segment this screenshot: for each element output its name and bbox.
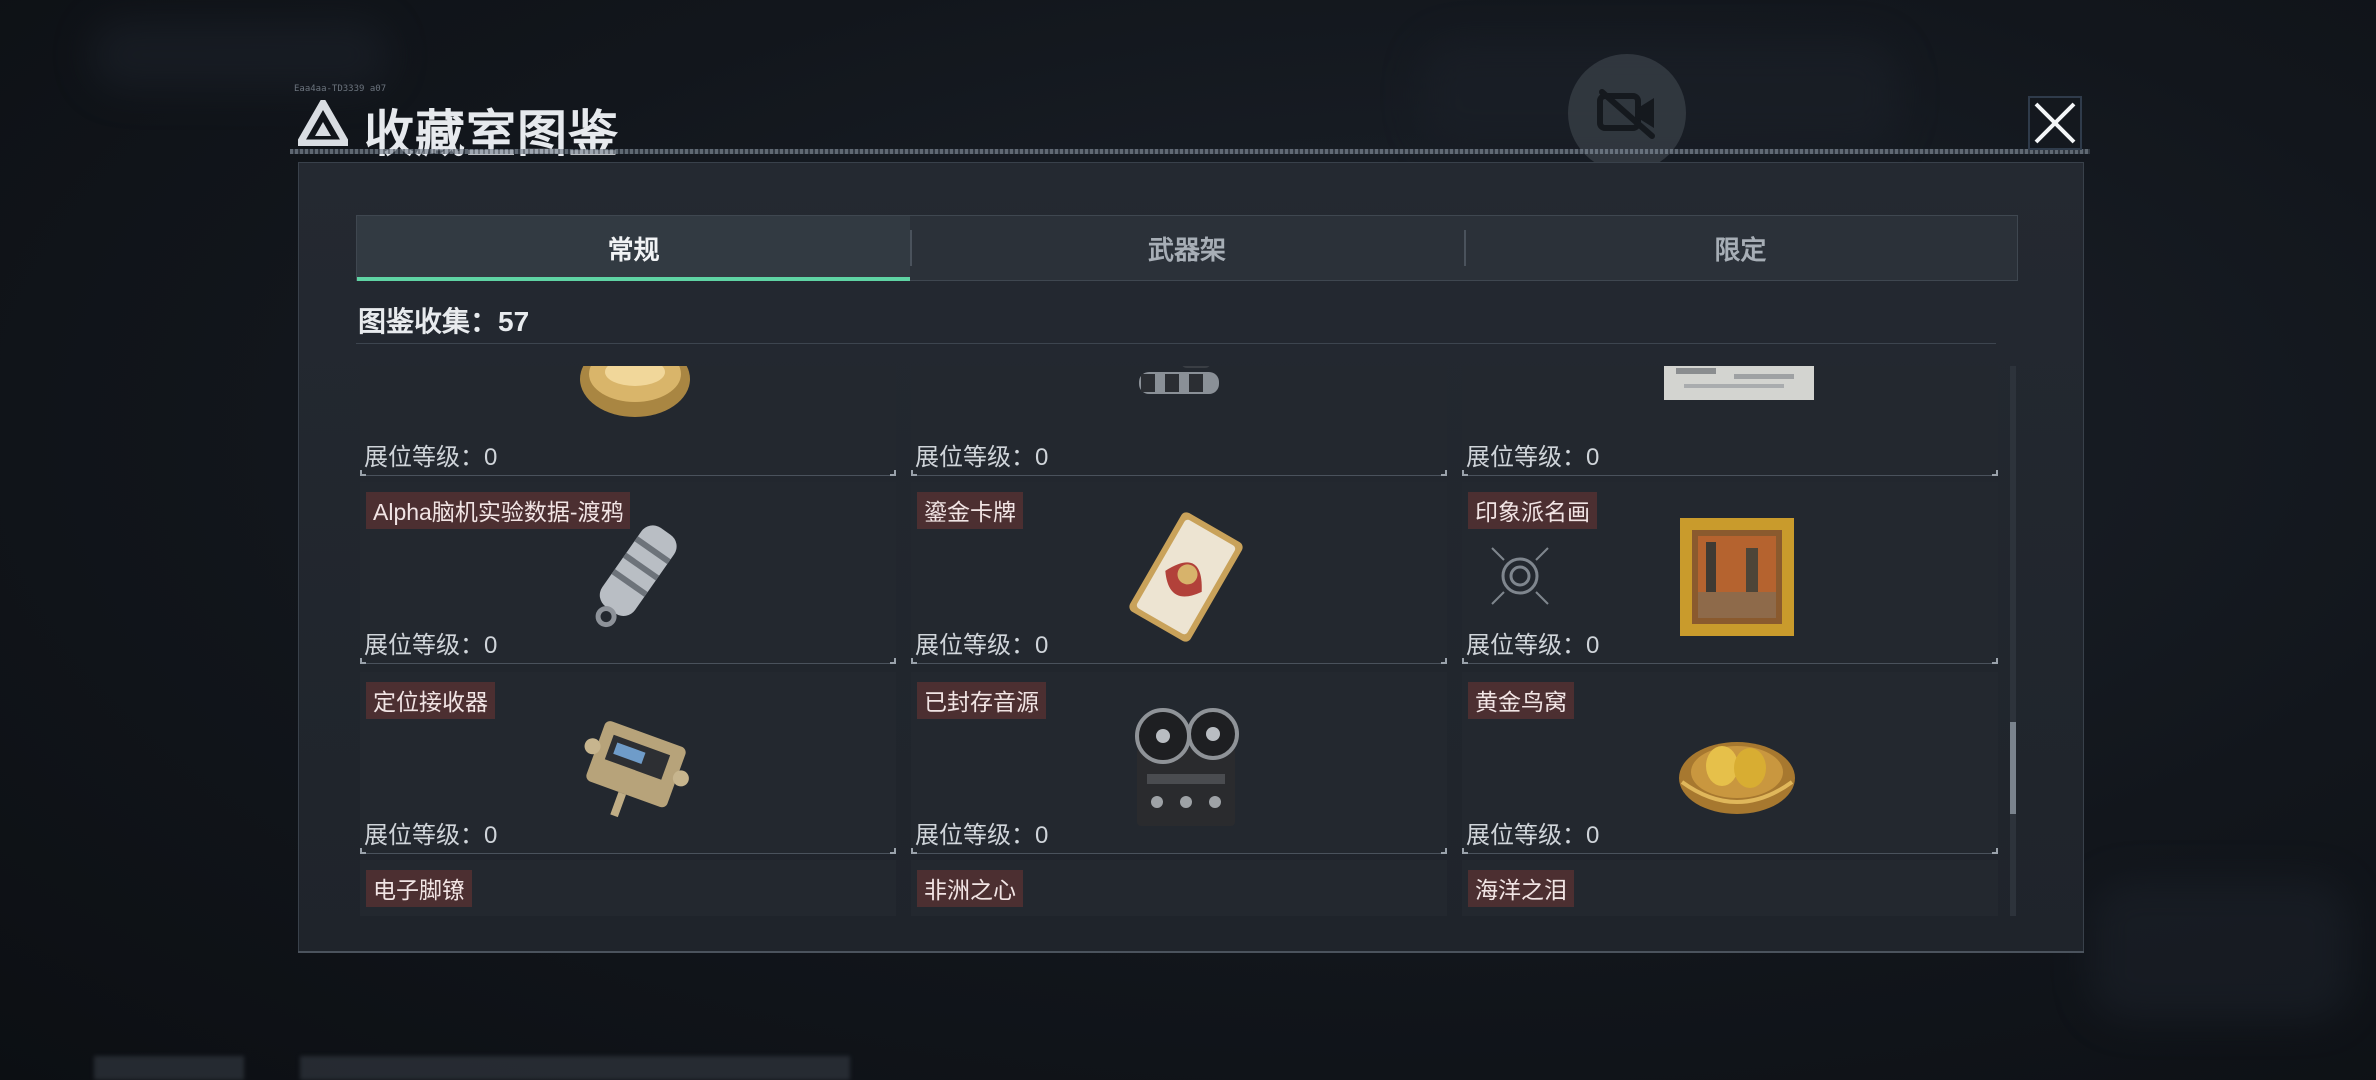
- data-capsule-icon: [595, 525, 677, 628]
- card-underline: [1462, 663, 1998, 664]
- card-underline: [1462, 475, 1998, 476]
- panel-bottom-border: [298, 951, 2084, 953]
- diamond-icon: [1121, 890, 1251, 916]
- card-underline: [360, 663, 896, 664]
- grid-row: 展位等级：0 展位等级：0 展位等级：0: [360, 366, 2000, 476]
- item-card[interactable]: 展位等级：0: [911, 366, 1447, 476]
- scrollbar-thumb[interactable]: [2010, 722, 2016, 814]
- item-card[interactable]: 定位接收器 展位等级：0: [360, 672, 896, 854]
- item-name: 已封存音源: [917, 682, 1046, 719]
- corner-tick: [1441, 848, 1447, 854]
- item-card[interactable]: 展位等级：0: [1462, 366, 1998, 476]
- target-reticle-icon: [1491, 547, 1549, 605]
- title-tag: Eaa4aa-TD3339 a07: [294, 84, 387, 94]
- item-name: 定位接收器: [366, 682, 495, 719]
- card-underline: [911, 853, 1447, 854]
- display-level: 展位等级：0: [1466, 444, 1600, 471]
- corner-tick: [890, 848, 896, 854]
- item-card[interactable]: 电子脚镣 展位等级：0: [360, 860, 896, 916]
- corner-tick: [360, 658, 366, 664]
- corner-tick: [890, 470, 896, 476]
- corner-tick: [1462, 658, 1468, 664]
- item-card[interactable]: 印象派名画 展位等级：0: [1462, 482, 1998, 664]
- item-name: 鎏金卡牌: [917, 492, 1023, 529]
- tab-regular[interactable]: 常规: [357, 216, 911, 281]
- collection-count: 图鉴收集：57: [358, 306, 530, 337]
- display-level: 展位等级：0: [1466, 632, 1600, 659]
- category-tabs: 常规 武器架 限定: [356, 215, 2018, 281]
- corner-tick: [1992, 848, 1998, 854]
- golden-nest-icon: [1679, 742, 1795, 814]
- items-grid-viewport[interactable]: 展位等级：0 展位等级：0 展位等级：0 Alpha脑机实验数据-渡鸦 展位等级…: [360, 366, 2000, 916]
- item-card[interactable]: 海洋之泪 展位等级：0: [1462, 860, 1998, 916]
- corner-tick: [911, 470, 917, 476]
- corner-tick: [360, 848, 366, 854]
- grid-row: 定位接收器 展位等级：0 已封存音源 展位等级：0 黄金鸟窝 展位等级：0: [360, 672, 2000, 854]
- electronic-ankle-monitor-icon: [570, 890, 700, 916]
- grid-row: 电子脚镣 展位等级：0 非洲之心 展位等级：0: [360, 860, 2000, 916]
- corner-tick: [1992, 470, 1998, 476]
- collection-divider: [356, 343, 1996, 344]
- card-underline: [360, 853, 896, 854]
- display-level: 展位等级：0: [364, 822, 498, 849]
- item-card[interactable]: 已封存音源 展位等级：0: [911, 672, 1447, 854]
- item-card[interactable]: 展位等级：0: [360, 366, 896, 476]
- dumbbell-device-icon: [1139, 366, 1219, 394]
- item-name: 非洲之心: [917, 870, 1023, 907]
- gilded-card-icon: [1129, 512, 1243, 642]
- display-level: 展位等级：0: [364, 632, 498, 659]
- item-card[interactable]: 黄金鸟窝 展位等级：0: [1462, 672, 1998, 854]
- card-underline: [911, 663, 1447, 664]
- tab-weapon-rack[interactable]: 武器架: [910, 216, 1463, 280]
- window-title-bar: Eaa4aa-TD3339 a07 收藏室图鉴: [290, 84, 2090, 162]
- ocean-orb-icon: [1672, 890, 1802, 916]
- corner-tick: [911, 848, 917, 854]
- item-card[interactable]: Alpha脑机实验数据-渡鸦 展位等级：0: [360, 482, 896, 664]
- item-card[interactable]: 非洲之心 展位等级：0: [911, 860, 1447, 916]
- card-underline: [911, 475, 1447, 476]
- title-divider: [290, 149, 2090, 154]
- item-name: 海洋之泪: [1468, 870, 1574, 907]
- window-title: 收藏室图鉴: [364, 106, 619, 162]
- close-icon: [2028, 96, 2082, 150]
- display-level: 展位等级：0: [915, 632, 1049, 659]
- gold-bowl-icon: [580, 366, 690, 417]
- card-underline: [360, 475, 896, 476]
- grid-scrollbar[interactable]: [2010, 366, 2016, 916]
- display-level: 展位等级：0: [915, 822, 1049, 849]
- background-blur: [2090, 880, 2350, 1020]
- corner-tick: [1462, 848, 1468, 854]
- corner-tick: [1462, 470, 1468, 476]
- item-card[interactable]: 鎏金卡牌 展位等级：0: [911, 482, 1447, 664]
- reel-recorder-icon: [1135, 708, 1239, 826]
- background-blur: [90, 20, 390, 90]
- item-name: 电子脚镣: [366, 870, 472, 907]
- blurred-footer: [94, 1056, 244, 1080]
- item-name: 黄金鸟窝: [1468, 682, 1574, 719]
- locator-receiver-icon: [584, 721, 689, 818]
- corner-tick: [1441, 470, 1447, 476]
- corner-tick: [1441, 658, 1447, 664]
- paper-document-icon: [1664, 366, 1814, 400]
- delta-logo-icon: [298, 100, 348, 146]
- display-level: 展位等级：0: [915, 444, 1049, 471]
- corner-tick: [911, 658, 917, 664]
- grid-row: Alpha脑机实验数据-渡鸦 展位等级：0 鎏金卡牌 展位等级：0 印象派名画 …: [360, 482, 2000, 664]
- display-level: 展位等级：0: [364, 444, 498, 471]
- corner-tick: [890, 658, 896, 664]
- framed-painting-icon: [1680, 518, 1794, 636]
- corner-tick: [360, 470, 366, 476]
- blurred-footer: [300, 1056, 850, 1080]
- corner-tick: [1992, 658, 1998, 664]
- item-name: 印象派名画: [1468, 492, 1597, 529]
- tab-limited[interactable]: 限定: [1463, 216, 2017, 280]
- card-underline: [1462, 853, 1998, 854]
- close-button[interactable]: [2028, 96, 2082, 150]
- display-level: 展位等级：0: [1466, 822, 1600, 849]
